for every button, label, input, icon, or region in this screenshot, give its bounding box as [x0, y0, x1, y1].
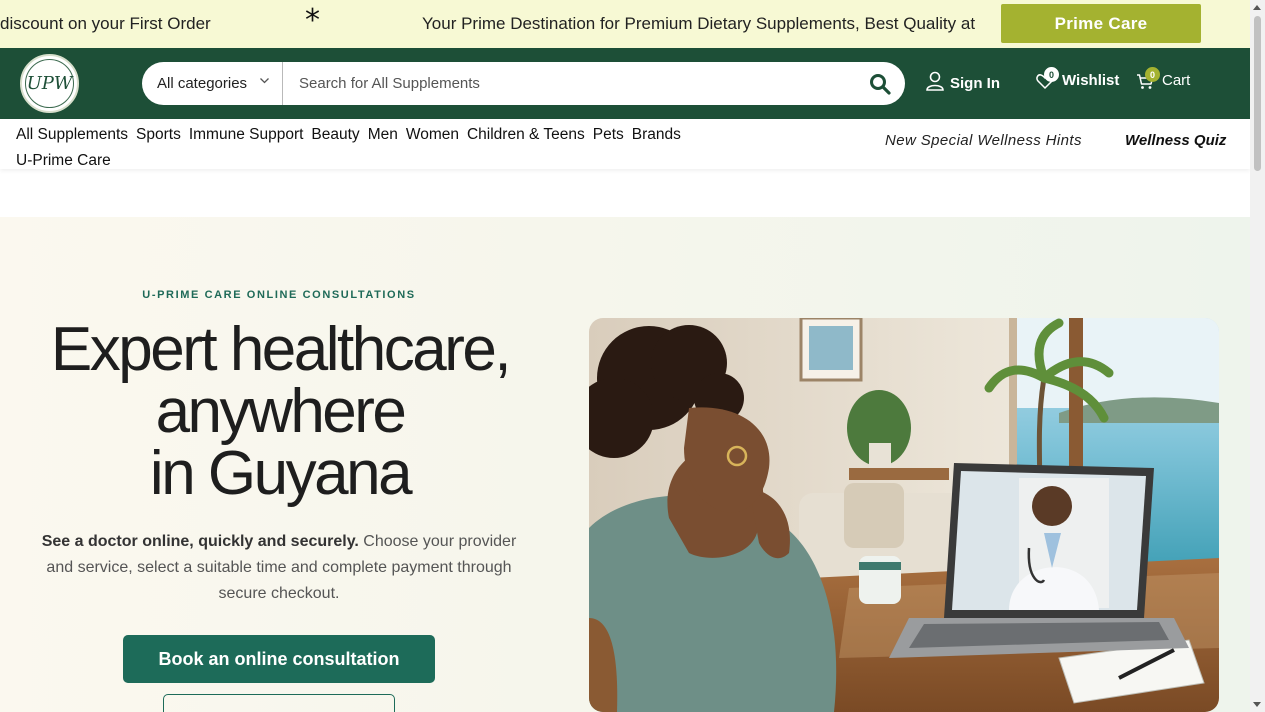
- search-bar: All categories Search for All Supplement…: [142, 62, 905, 105]
- nav-item-brands[interactable]: Brands: [632, 122, 681, 148]
- wellness-quiz-link[interactable]: Wellness Quiz: [1125, 132, 1226, 149]
- scrollbar-thumb[interactable]: [1254, 16, 1261, 171]
- hero-illustration: [589, 318, 1219, 712]
- announcement-bar: discount on your First Order * Your Prim…: [0, 0, 1250, 48]
- hero-headline-line-3: in Guyana: [149, 439, 413, 508]
- wellness-hints-link[interactable]: New Special Wellness Hints: [885, 132, 1082, 149]
- wishlist-count-badge: 0: [1044, 67, 1059, 82]
- hero-headline: Expert healthcare, anywhere in Guyana: [0, 319, 560, 505]
- nav-item-u-prime-care[interactable]: U-Prime Care: [16, 148, 111, 174]
- wishlist-label: Wishlist: [1062, 71, 1120, 89]
- announcement-message-left: discount on your First Order: [0, 14, 211, 33]
- nav-item-sports[interactable]: Sports: [136, 122, 181, 148]
- site-logo[interactable]: UPW: [20, 54, 79, 113]
- hero-section: U-PRIME CARE ONLINE CONSULTATIONS Expert…: [0, 217, 1250, 712]
- page-scrollbar[interactable]: [1250, 0, 1265, 712]
- hero-headline-line-2: anywhere: [155, 377, 407, 446]
- cart-label: Cart: [1162, 71, 1191, 89]
- search-icon[interactable]: [855, 62, 905, 105]
- announcement-message-right: Your Prime Destination for Premium Dieta…: [422, 14, 976, 33]
- hero-eyebrow: U-PRIME CARE ONLINE CONSULTATIONS: [142, 289, 416, 301]
- nav-item-immune-support[interactable]: Immune Support: [189, 122, 304, 148]
- hero-description: See a doctor online, quickly and securel…: [30, 529, 528, 607]
- site-header: UPW All categories Search for All Supple…: [0, 48, 1250, 119]
- nav-item-pets[interactable]: Pets: [593, 122, 624, 148]
- hero-image: [589, 318, 1219, 712]
- nav-item-men[interactable]: Men: [368, 122, 398, 148]
- scroll-up-arrow-icon[interactable]: [1253, 5, 1261, 10]
- wishlist-link[interactable]: 0 Wishlist: [1036, 67, 1120, 90]
- heart-icon: 0: [1036, 67, 1059, 90]
- sign-in-link[interactable]: Sign In: [926, 71, 1000, 95]
- nav-item-all-supplements[interactable]: All Supplements: [16, 122, 128, 148]
- hero-headline-line-1: Expert healthcare,: [50, 315, 512, 384]
- asterisk-icon: *: [305, 3, 320, 38]
- cart-count-badge: 0: [1145, 67, 1160, 82]
- nav-item-children-teens[interactable]: Children & Teens: [467, 122, 585, 148]
- user-icon: [926, 71, 944, 95]
- cart-icon: 0: [1136, 67, 1160, 89]
- prime-care-button[interactable]: Prime Care: [1001, 4, 1201, 43]
- scroll-down-arrow-icon[interactable]: [1253, 702, 1261, 707]
- category-select[interactable]: All categories: [142, 62, 283, 105]
- nav-item-beauty[interactable]: Beauty: [311, 122, 359, 148]
- main-nav: All Supplements Sports Immune Support Beaut…: [0, 119, 1250, 169]
- hero-description-bold: See a doctor online, quickly and securel…: [41, 533, 359, 550]
- sign-in-label: Sign In: [950, 74, 1000, 92]
- search-input[interactable]: Search for All Supplements: [283, 62, 855, 105]
- secondary-button[interactable]: [163, 694, 395, 712]
- category-select-label: All categories: [157, 75, 248, 92]
- nav-item-women[interactable]: Women: [406, 122, 459, 148]
- book-consultation-button[interactable]: Book an online consultation: [123, 635, 435, 683]
- search-placeholder: Search for All Supplements: [299, 75, 480, 92]
- cart-link[interactable]: 0 Cart: [1136, 67, 1191, 89]
- logo-monogram: UPW: [25, 59, 74, 108]
- nav-items: All Supplements Sports Immune Support Beaut…: [16, 122, 776, 174]
- chevron-down-icon: [259, 75, 270, 89]
